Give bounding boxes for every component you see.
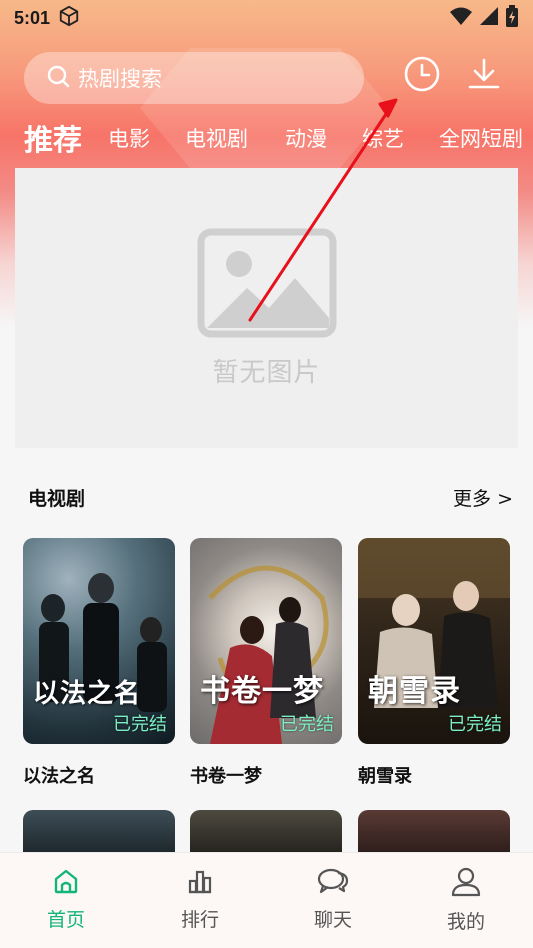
clock-icon <box>403 55 441 97</box>
poster-title-art: 书卷一梦 <box>200 674 324 709</box>
tab-tv-series[interactable]: 电视剧 <box>185 123 248 153</box>
drama-card-partial[interactable] <box>23 810 175 856</box>
profile-icon <box>450 867 482 901</box>
banner-placeholder-text: 暂无图片 <box>212 357 321 388</box>
signal-icon <box>479 6 499 30</box>
search-input[interactable]: 热剧搜索 <box>24 52 364 104</box>
poster-image: 书卷一梦 已完结 <box>190 538 342 744</box>
section-title: 电视剧 <box>28 488 86 510</box>
poster-image: 朝雪录 已完结 <box>358 538 510 744</box>
poster-image: 以法之名 已完结 <box>23 538 175 744</box>
battery-icon <box>505 5 519 31</box>
card-title: 以法之名 <box>23 766 95 787</box>
status-bar: 5:01 <box>0 0 533 36</box>
poster-title-art: 朝雪录 <box>368 674 461 709</box>
ranking-icon <box>186 867 214 899</box>
status-time: 5:01 <box>14 7 51 28</box>
tab-recommend[interactable]: 推荐 <box>24 117 82 159</box>
status-badge: 已完结 <box>280 714 334 735</box>
search-placeholder: 热剧搜索 <box>78 67 162 91</box>
nav-home[interactable]: 首页 <box>16 867 116 932</box>
drama-card[interactable]: 朝雪录 已完结 朝雪录 <box>358 538 510 788</box>
cube-icon <box>58 5 80 31</box>
nav-label: 我的 <box>446 911 485 933</box>
history-button[interactable] <box>402 56 442 96</box>
nav-label: 聊天 <box>313 909 352 931</box>
card-title: 朝雪录 <box>358 766 412 787</box>
wifi-icon <box>449 6 473 30</box>
download-icon <box>466 56 502 96</box>
category-tabs: 推荐 电影 电视剧 动漫 综艺 全网短剧 <box>0 112 533 164</box>
drama-card-partial[interactable] <box>358 810 510 856</box>
poster-title-art: 以法之名 <box>33 679 142 709</box>
download-button[interactable] <box>464 56 504 96</box>
tv-section-header: 电视剧 更多 > <box>0 474 533 520</box>
card-title: 书卷一梦 <box>190 766 262 787</box>
chat-icon <box>316 867 350 899</box>
image-placeholder-icon <box>197 228 337 342</box>
bottom-navigation: 首页 排行 聊天 我的 <box>0 852 533 948</box>
drama-card[interactable]: 书卷一梦 已完结 书卷一梦 <box>190 538 342 788</box>
nav-profile[interactable]: 我的 <box>416 867 516 934</box>
drama-card-partial[interactable] <box>190 810 342 856</box>
nav-ranking[interactable]: 排行 <box>150 867 250 932</box>
more-link[interactable]: 更多 > <box>453 484 513 511</box>
status-badge: 已完结 <box>448 714 502 735</box>
drama-card[interactable]: 以法之名 已完结 以法之名 <box>23 538 175 788</box>
tab-movies[interactable]: 电影 <box>108 123 150 153</box>
tab-anime[interactable]: 动漫 <box>285 123 327 153</box>
banner-carousel[interactable]: 暂无图片 <box>15 168 518 448</box>
tab-variety[interactable]: 综艺 <box>362 123 404 153</box>
status-badge: 已完结 <box>113 714 167 735</box>
nav-chat[interactable]: 聊天 <box>283 867 383 932</box>
nav-label: 排行 <box>180 909 219 931</box>
search-icon <box>46 64 70 92</box>
tab-short-dramas[interactable]: 全网短剧 <box>439 123 523 153</box>
home-icon <box>52 867 80 899</box>
search-row: 热剧搜索 <box>0 50 533 106</box>
nav-label: 首页 <box>46 909 85 931</box>
